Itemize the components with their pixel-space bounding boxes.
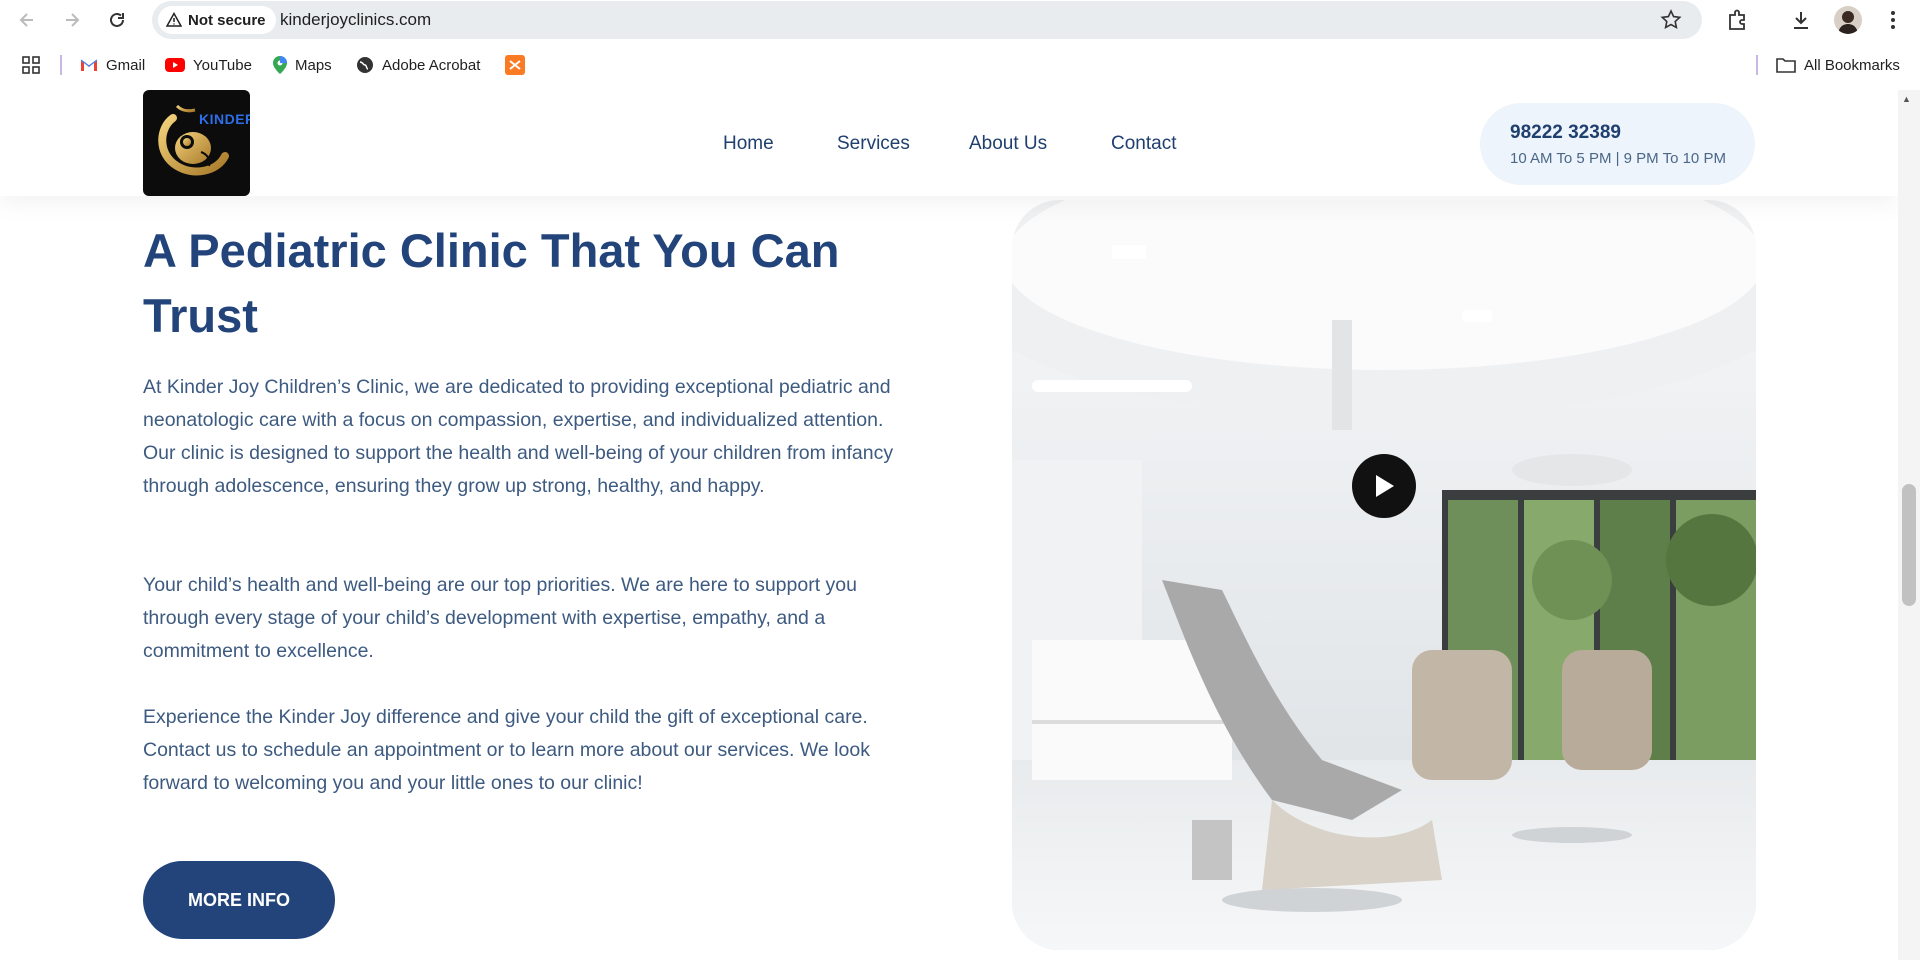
bookmark-gmail[interactable]: Gmail xyxy=(80,54,145,76)
reload-icon[interactable] xyxy=(105,8,129,32)
cta-paragraph: Experience the Kinder Joy difference and… xyxy=(143,706,870,794)
xampp-icon xyxy=(505,55,525,75)
nav-about-us[interactable]: About Us xyxy=(969,133,1047,155)
bookmarks-bar: Gmail YouTube Maps Adobe Acrobat All Boo… xyxy=(0,40,1920,90)
security-label: Not secure xyxy=(188,11,266,29)
bookmark-extension[interactable] xyxy=(505,54,525,76)
download-icon[interactable] xyxy=(1788,7,1814,33)
priorities-paragraph: Your child’s health and well-being are o… xyxy=(143,574,857,662)
play-video-button[interactable] xyxy=(1352,454,1416,518)
profile-avatar[interactable] xyxy=(1834,6,1862,34)
folder-icon xyxy=(1776,58,1796,73)
more-menu-icon[interactable] xyxy=(1880,7,1906,33)
forward-icon[interactable] xyxy=(60,8,84,32)
bookmark-maps[interactable]: Maps xyxy=(273,54,332,76)
page-viewport: KINDER Home Services About Us Contact 98… xyxy=(0,90,1898,960)
bookmark-label: Gmail xyxy=(106,56,146,74)
all-bookmarks[interactable]: All Bookmarks xyxy=(1776,54,1900,76)
bookmark-label: Maps xyxy=(295,56,332,74)
back-icon[interactable] xyxy=(15,8,39,32)
nav-services[interactable]: Services xyxy=(837,133,910,155)
extensions-icon[interactable] xyxy=(1724,7,1750,33)
clinic-interior-video-thumbnail[interactable] xyxy=(1012,200,1756,950)
bookmark-youtube[interactable]: YouTube xyxy=(165,54,252,76)
url-text[interactable]: kinderjoyclinics.com xyxy=(280,10,431,30)
title-line-2: Trust xyxy=(143,289,258,342)
bookmark-separator xyxy=(60,55,62,75)
globe-icon xyxy=(357,57,373,73)
page-title: A Pediatric Clinic That You Can Trust xyxy=(143,218,843,348)
logo-text: KINDER xyxy=(199,111,250,127)
browser-toolbar: Not secure kinderjoyclinics.com xyxy=(0,0,1920,40)
bookmark-label: Adobe Acrobat xyxy=(382,56,481,74)
address-bar[interactable]: Not secure kinderjoyclinics.com xyxy=(152,1,1702,39)
phone-number[interactable]: 98222 32389 xyxy=(1510,122,1621,144)
youtube-icon xyxy=(165,58,185,72)
bookmark-star-icon[interactable] xyxy=(1660,9,1682,36)
play-icon xyxy=(1376,475,1394,497)
more-info-button[interactable]: MORE INFO xyxy=(143,861,335,939)
nav-home[interactable]: Home xyxy=(723,133,774,155)
clinic-logo[interactable]: KINDER xyxy=(143,90,250,196)
maps-pin-icon xyxy=(273,56,287,74)
intro-paragraph: At Kinder Joy Children’s Clinic, we are … xyxy=(143,376,894,497)
site-header: KINDER Home Services About Us Contact 98… xyxy=(0,90,1898,196)
bookmark-label: YouTube xyxy=(193,56,252,74)
nav-contact[interactable]: Contact xyxy=(1111,133,1176,155)
bookmark-adobe-acrobat[interactable]: Adobe Acrobat xyxy=(356,54,480,76)
security-chip[interactable]: Not secure xyxy=(158,6,276,34)
bookmark-separator xyxy=(1756,55,1758,75)
scroll-up-arrow-icon[interactable]: ▲ xyxy=(1902,94,1911,104)
all-bookmarks-label: All Bookmarks xyxy=(1804,56,1900,74)
warning-icon xyxy=(166,12,182,27)
clinic-hours: 10 AM To 5 PM | 9 PM To 10 PM xyxy=(1510,150,1726,167)
scrollbar-thumb[interactable] xyxy=(1902,484,1916,606)
apps-grid-icon[interactable] xyxy=(22,54,40,76)
gmail-icon xyxy=(80,59,98,71)
title-line-1: A Pediatric Clinic That You Can xyxy=(143,224,840,277)
contact-pill: 98222 32389 10 AM To 5 PM | 9 PM To 10 P… xyxy=(1480,103,1755,185)
